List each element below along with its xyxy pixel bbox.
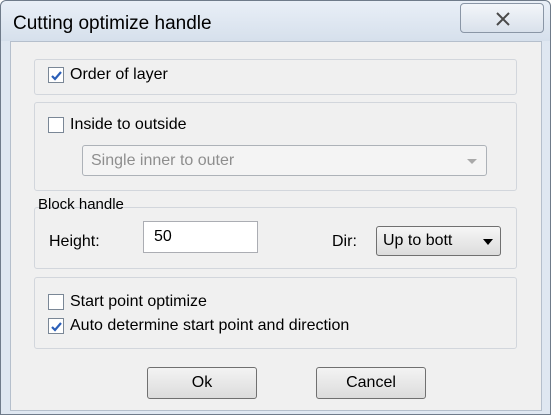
height-input[interactable]: 50	[143, 221, 258, 253]
order-of-layer-checkbox[interactable]	[48, 67, 64, 83]
checkmark-icon	[51, 322, 62, 332]
chevron-down-icon	[467, 159, 477, 164]
inside-to-outside-checkbox[interactable]	[48, 117, 64, 133]
dialog-window: Cutting optimize handle Order of layer I…	[0, 0, 551, 415]
start-point-group	[34, 277, 517, 349]
auto-determine-label: Auto determine start point and direction	[70, 317, 350, 334]
inside-to-outside-row[interactable]: Inside to outside	[48, 116, 187, 134]
auto-determine-checkbox[interactable]	[48, 318, 64, 334]
inside-mode-value: Single inner to outer	[91, 152, 235, 169]
inside-to-outside-label: Inside to outside	[70, 116, 187, 133]
dir-select[interactable]: Up to bott	[376, 226, 501, 256]
cancel-button[interactable]: Cancel	[316, 367, 426, 399]
ok-button[interactable]: Ok	[147, 367, 257, 399]
dir-label: Dir:	[332, 233, 357, 250]
inside-mode-select: Single inner to outer	[82, 145, 487, 176]
title-bar[interactable]: Cutting optimize handle	[1, 1, 550, 41]
dir-value: Up to bott	[383, 232, 453, 249]
close-icon	[496, 12, 510, 26]
start-point-optimize-checkbox[interactable]	[48, 294, 64, 310]
height-value: 50	[154, 228, 172, 245]
start-point-optimize-label: Start point optimize	[70, 293, 207, 310]
checkmark-icon	[51, 71, 62, 81]
order-of-layer-row[interactable]: Order of layer	[48, 66, 168, 84]
order-of-layer-label: Order of layer	[70, 66, 168, 83]
window-title: Cutting optimize handle	[13, 13, 212, 34]
block-handle-title: Block handle	[38, 196, 124, 213]
height-label: Height:	[49, 233, 100, 250]
auto-determine-row[interactable]: Auto determine start point and direction	[48, 317, 349, 335]
chevron-down-icon	[483, 239, 493, 245]
start-point-optimize-row[interactable]: Start point optimize	[48, 293, 207, 311]
close-button[interactable]	[460, 3, 544, 33]
